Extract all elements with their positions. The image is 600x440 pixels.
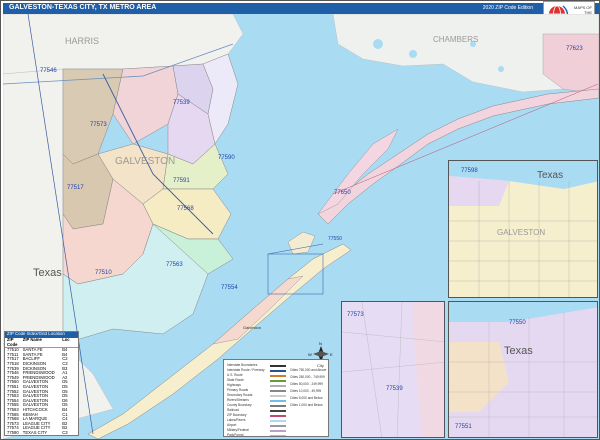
legend-symbol (270, 415, 286, 417)
zip-table-cell: 77591 (7, 435, 19, 436)
legend-item-label: Highways (227, 383, 241, 387)
zip-label: 77517 (67, 185, 84, 191)
harris-label: HARRIS (65, 36, 99, 46)
zip-label: 77550 (328, 236, 342, 242)
legend-symbol (270, 380, 286, 382)
lake-2 (409, 50, 417, 58)
legend-item-label: Primary Roads (227, 388, 249, 392)
legend-item-label: Secondary Roads (227, 393, 253, 397)
zip-label: 77573 (90, 122, 107, 128)
legend-city-size-label: Cities 5,000 and Below (290, 396, 323, 400)
zip-label: 77591 (173, 178, 190, 184)
inset-league-city[interactable]: 77573 77539 (341, 301, 445, 438)
legend-item-label: Lakes/Rivers (227, 418, 246, 422)
inset3-zip-label: 77551 (455, 424, 472, 430)
legend-item-label: County Boundary (227, 403, 252, 407)
legend-symbol (270, 395, 286, 397)
zip-label: 77568 (177, 206, 194, 212)
legend-city-size-label: Cities 750,000 and Above (290, 368, 327, 372)
texas-main-label: Texas (33, 267, 62, 279)
zip-label: 77590 (218, 155, 235, 161)
title-bar: GALVESTON-TEXAS CITY, TX METRO AREA 2020… (3, 3, 599, 14)
edition-label: 2020 ZIP Code Edition (482, 5, 533, 11)
galveston-county-label: GALVESTON (115, 156, 175, 167)
zip-table-cell: C3 (62, 435, 67, 436)
inset3-texas-label: Texas (504, 345, 533, 357)
compass-w: W (308, 352, 312, 357)
legend-city-label: City (317, 363, 324, 368)
legend-symbol (270, 425, 286, 427)
inset-galveston-label: GALVESTON (497, 228, 545, 237)
brazoria-county-land (3, 68, 64, 345)
legend-city-size-label: Cities 50,000 - 249,999 (290, 382, 323, 386)
zip-label: 77546 (40, 68, 57, 74)
zip-label: 77563 (166, 262, 183, 268)
legend-symbol (270, 410, 286, 412)
legend-symbol (270, 385, 286, 387)
legend-symbol (270, 420, 286, 422)
inset-league-city-map: 77573 77539 (342, 302, 444, 437)
legend-item-label: Military/Federal (227, 428, 249, 432)
legend-symbol (270, 435, 286, 436)
lake-4 (498, 66, 504, 72)
zip-label: 77650 (334, 190, 351, 196)
compass-e: E (330, 352, 333, 357)
zip-label: 77539 (173, 100, 190, 106)
inset-texas-label: Texas (537, 170, 563, 181)
legend-item-label: U.S. Route (227, 373, 243, 377)
zip-label: 77623 (566, 46, 583, 52)
map-title: GALVESTON-TEXAS CITY, TX METRO AREA (9, 4, 157, 11)
legend-symbol (270, 390, 286, 392)
inset-galveston-downtown[interactable]: Texas 77550 77551 (448, 301, 598, 438)
lake-1 (373, 39, 383, 49)
legend-item-label: Interstate Route / Freeway (227, 368, 265, 372)
map-frame: { "title": "GALVESTON-TEXAS CITY, TX MET… (0, 0, 600, 440)
legend-symbol (270, 365, 286, 367)
legend-city-size-label: Cities 10,000 - 49,999 (290, 389, 322, 393)
compass-n: N (319, 341, 322, 346)
inset2-zip-label: 77573 (347, 312, 364, 318)
legend-item-label: State Route (227, 378, 244, 382)
legend-symbol (270, 405, 286, 407)
map-legend: Interstate Boundaries Interstate Route / … (223, 359, 329, 437)
zip-label: 77554 (221, 285, 238, 291)
inset3-zip-label: 77550 (509, 320, 526, 326)
legend-symbol (270, 400, 286, 402)
legend-symbol (270, 430, 286, 432)
zip-index-table: ZIP Code Index/Grid Location ZIP Code ZI… (4, 331, 79, 436)
legend-city-size-label: Cities 1,000 and Below (290, 403, 323, 407)
zip-col-header: Loc (62, 337, 70, 342)
legend-symbol (270, 370, 286, 372)
inset-galveston-map: Texas GALVESTON 77598 (449, 161, 597, 297)
zip-table-cell: TEXAS CITY (23, 435, 47, 436)
legend-item-label: Park/Forest (227, 433, 244, 437)
galveston-city-label: Galveston (243, 325, 261, 330)
inset2-zip-label: 77539 (386, 386, 403, 392)
zip-table-rows: 77510 SANTA FE B4 77511 SANTA FE B4 77517 BACLI… (5, 348, 78, 436)
legend-item-label: Interstate Boundaries (227, 363, 258, 367)
legend-symbol (270, 375, 286, 377)
legend-city-size-label: Cities 250,000 - 749,999 (290, 375, 325, 379)
inset-galveston[interactable]: Texas GALVESTON 77598 (448, 160, 598, 298)
zip-col-header: ZIP Name (22, 337, 42, 342)
legend-item-label: Railroad (227, 408, 239, 412)
legend-item-label: Airport (227, 423, 237, 427)
zip-table-row: 77591 TEXAS CITY C3 (7, 435, 68, 436)
inset-downtown-map: Texas 77550 77551 (449, 302, 597, 437)
legend-item-label: ZIP Boundary (227, 413, 247, 417)
zip-label: 77510 (95, 270, 112, 276)
legend-item-label: Rivers/Streams (227, 398, 249, 402)
inset-zip-label: 77598 (461, 168, 478, 174)
chambers-label: CHAMBERS (433, 35, 478, 44)
zip-col-header: ZIP Code (7, 337, 18, 347)
